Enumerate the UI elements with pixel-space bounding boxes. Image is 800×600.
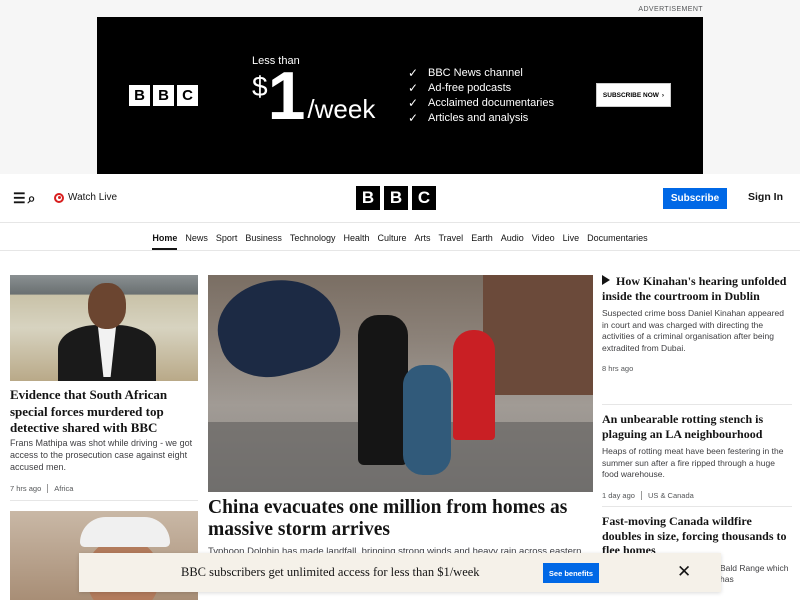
sign-in-link[interactable]: Sign In (748, 191, 783, 203)
chevron-right-icon: › (661, 91, 665, 99)
check-icon: ✓ (408, 65, 419, 80)
ad-feature-label: Ad-free podcasts (428, 81, 512, 94)
story-time: 1 day ago (602, 490, 635, 500)
story-headline-text: How Kinahan's hearing unfolded inside th… (602, 274, 787, 303)
logo-letter: C (177, 85, 198, 106)
check-icon: ✓ (408, 95, 419, 110)
story-summary: Frans Mathipa was shot while driving - w… (10, 438, 193, 472)
nav-item-business[interactable]: Business (241, 224, 286, 251)
story-image-storm[interactable] (208, 275, 593, 492)
ad-feature-label: BBC News channel (428, 66, 523, 79)
nav-item-technology[interactable]: Technology (286, 224, 340, 251)
watch-live-label: Watch Live (68, 192, 118, 203)
logo-letter: B (129, 85, 150, 106)
divider (10, 500, 198, 501)
story-time: 8 hrs ago (602, 364, 634, 373)
story-section[interactable]: US & Canada (648, 491, 694, 500)
subscription-banner: BBC subscribers get unlimited access for… (79, 553, 721, 592)
story-time: 7 hrs ago (10, 484, 42, 493)
nav-item-documentaries[interactable]: Documentaries (583, 224, 652, 251)
banner-text: BBC subscribers get unlimited access for… (181, 565, 480, 579)
site-header: ☰ ⌕ Watch Live B B C Subscribe Sign In (0, 174, 800, 223)
meta-divider (47, 484, 49, 493)
subscribe-button[interactable]: Subscribe (663, 188, 727, 209)
ad-subscribe-label: SUBSCRIBE NOW (602, 91, 659, 99)
check-icon: ✓ (408, 110, 419, 125)
check-icon: ✓ (408, 80, 419, 95)
main-nav: Home News Sport Business Technology Heal… (0, 224, 800, 251)
nav-item-health[interactable]: Health (339, 224, 373, 251)
ad-feature-label: Acclaimed documentaries (428, 96, 554, 109)
ad-bbc-logo: B B C (129, 85, 198, 106)
nav-item-earth[interactable]: Earth (467, 224, 497, 251)
nav-item-travel[interactable]: Travel (435, 224, 468, 251)
ad-per-week: /week (307, 94, 376, 124)
story-summary: Suspected crime boss Daniel Kinahan appe… (602, 308, 784, 353)
menu-search-group[interactable]: ☰ ⌕ (13, 190, 35, 207)
story-meta: 8 hrs ago (602, 364, 792, 373)
ad-price: Less than $ 1 /week (252, 55, 376, 134)
logo-letter: B (356, 186, 380, 210)
ad-feature-label: Articles and analysis (428, 111, 529, 124)
story-headline[interactable]: How Kinahan's hearing unfolded inside th… (602, 274, 792, 303)
divider (602, 506, 792, 507)
story-summary: Heaps of rotting meat have been festerin… (602, 446, 784, 479)
play-icon (602, 275, 610, 285)
ad-amount: 1 (267, 58, 306, 134)
live-icon (54, 192, 64, 203)
divider (602, 404, 792, 405)
watch-live-link[interactable]: Watch Live (54, 192, 117, 203)
nav-item-home[interactable]: Home (148, 224, 181, 251)
ad-feature: ✓ Acclaimed documentaries (408, 95, 554, 110)
story-headline[interactable]: An unbearable rotting stench is plaguing… (602, 412, 792, 441)
meta-divider (640, 490, 642, 500)
nav-item-sport[interactable]: Sport (212, 224, 242, 251)
menu-icon[interactable]: ☰ (13, 190, 26, 207)
story-headline[interactable]: Evidence that South African special forc… (10, 387, 200, 437)
ad-feature-list: ✓ BBC News channel ✓ Ad-free podcasts ✓ Acc… (408, 65, 554, 125)
logo-letter: C (412, 186, 436, 210)
ad-area: ADVERTISEMENT B B C Less than $ 1 /week … (0, 0, 800, 174)
story-meta: 1 day ago US & Canada (602, 490, 792, 500)
right-story: An unbearable rotting stench is plaguing… (602, 412, 792, 500)
ad-label: ADVERTISEMENT (638, 6, 703, 13)
search-icon[interactable]: ⌕ (28, 190, 36, 207)
nav-item-audio[interactable]: Audio (497, 224, 528, 251)
nav-item-video[interactable]: Video (528, 224, 559, 251)
ad-subscribe-button[interactable]: SUBSCRIBE NOW › (596, 83, 671, 107)
ad-feature: ✓ BBC News channel (408, 65, 554, 80)
ad-banner[interactable]: B B C Less than $ 1 /week ✓ BBC News chan… (97, 17, 703, 174)
ad-feature: ✓ Ad-free podcasts (408, 80, 554, 95)
story-image-detective[interactable] (10, 275, 198, 381)
nav-item-arts[interactable]: Arts (411, 224, 435, 251)
bbc-logo[interactable]: B B C (356, 186, 436, 210)
nav-item-live[interactable]: Live (559, 224, 584, 251)
nav-item-news[interactable]: News (181, 224, 212, 251)
story-headline[interactable]: Fast-moving Canada wildfire doubles in s… (602, 514, 792, 558)
main-story-headline[interactable]: China evacuates one million from homes a… (208, 497, 598, 541)
nav-item-culture[interactable]: Culture (373, 224, 410, 251)
ad-dollar: $ (252, 71, 268, 102)
see-benefits-button[interactable]: See benefits (543, 563, 599, 583)
ad-feature: ✓ Articles and analysis (408, 110, 554, 125)
logo-letter: B (384, 186, 408, 210)
logo-letter: B (153, 85, 174, 106)
close-icon[interactable]: ✕ (677, 562, 691, 582)
story-meta: 7 hrs ago Africa (10, 484, 73, 493)
right-story: How Kinahan's hearing unfolded inside th… (602, 274, 792, 373)
story-section[interactable]: Africa (54, 484, 73, 493)
